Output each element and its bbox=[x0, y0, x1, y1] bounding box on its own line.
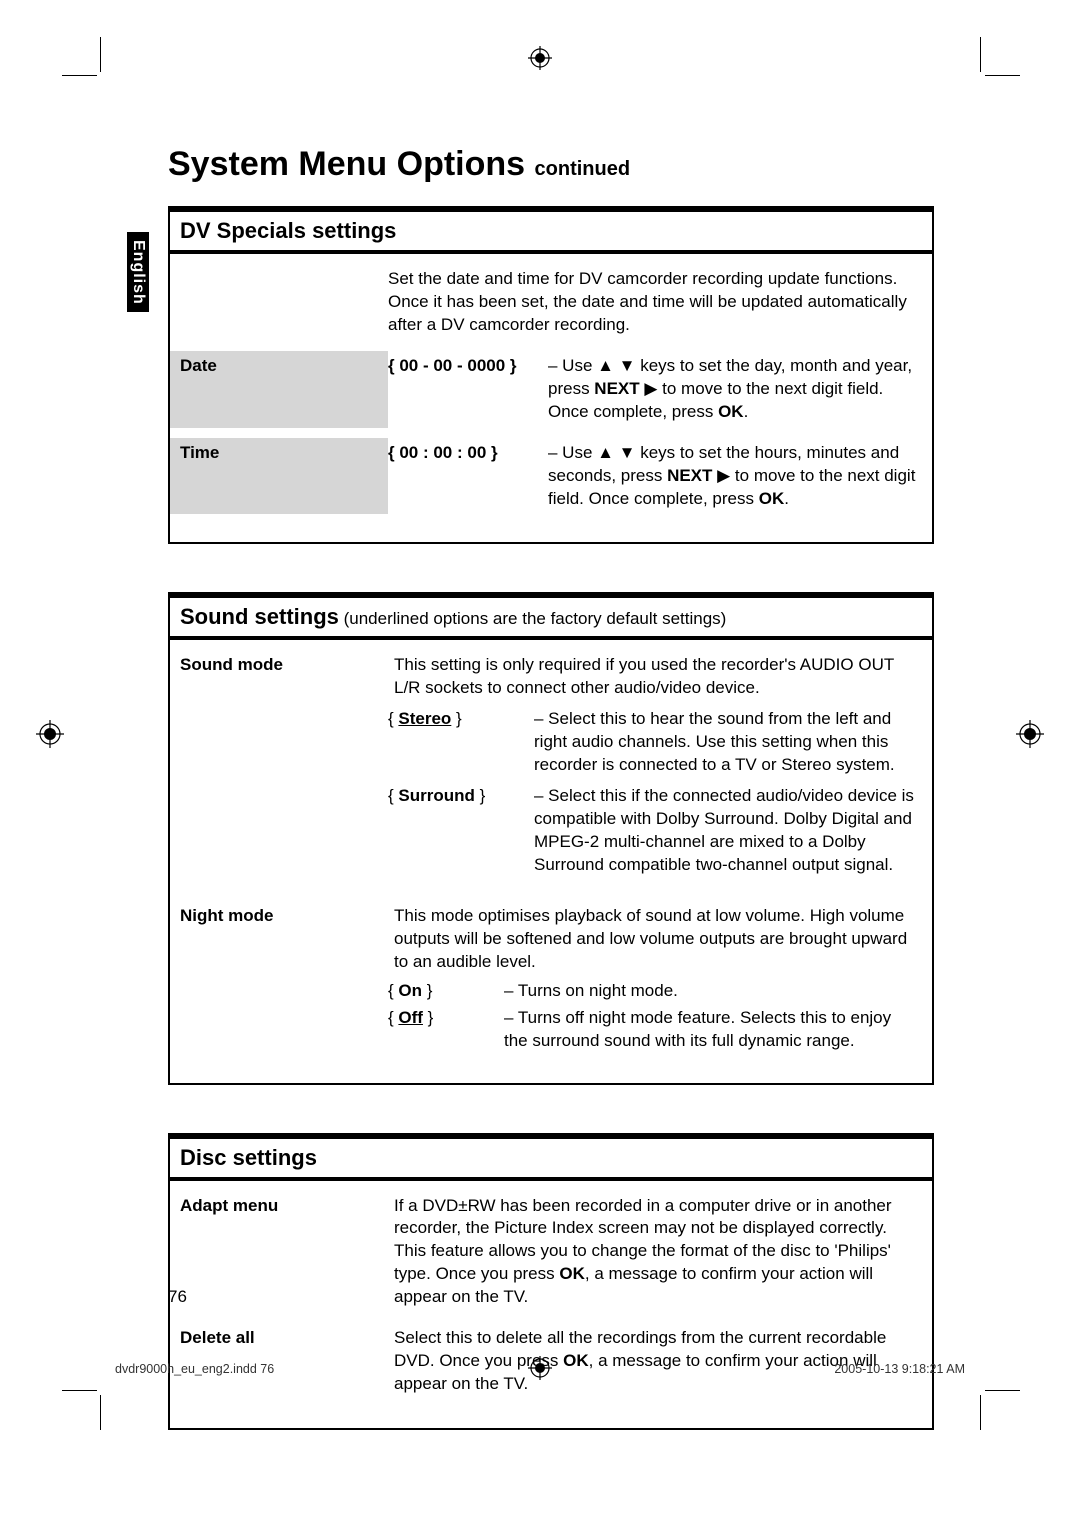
sound-mode-label: Sound mode bbox=[170, 650, 388, 704]
dv-intro: Set the date and time for DV camcorder r… bbox=[388, 264, 918, 351]
night-mode-intro: This mode optimises playback of sound at… bbox=[388, 901, 918, 978]
registration-mark-icon bbox=[36, 720, 64, 748]
night-mode-label: Night mode bbox=[170, 901, 388, 978]
crop-mark bbox=[100, 1395, 101, 1430]
sound-settings-header: Sound settings (underlined options are t… bbox=[170, 594, 932, 640]
crop-mark bbox=[62, 75, 97, 76]
date-value: { 00 - 00 - 0000 } bbox=[388, 356, 517, 375]
page-title-sub: continued bbox=[535, 158, 631, 180]
date-desc: – Use ▲ ▼ keys to set the day, month and… bbox=[548, 355, 918, 424]
sound-settings-box: Sound settings (underlined options are t… bbox=[168, 592, 934, 1084]
adapt-menu-label: Adapt menu bbox=[170, 1191, 388, 1314]
crop-mark bbox=[985, 75, 1020, 76]
date-label: Date bbox=[170, 351, 388, 428]
time-label: Time bbox=[170, 438, 388, 515]
stereo-option: { Stereo } bbox=[388, 704, 528, 781]
crop-mark bbox=[62, 1390, 97, 1391]
dv-specials-header: DV Specials settings bbox=[170, 208, 932, 254]
language-tab-label: English bbox=[129, 240, 147, 305]
sound-mode-intro: This setting is only required if you use… bbox=[388, 650, 918, 704]
registration-mark-icon bbox=[528, 46, 552, 70]
page-number: 76 bbox=[168, 1287, 187, 1307]
crop-mark bbox=[100, 37, 101, 72]
time-value: { 00 : 00 : 00 } bbox=[388, 443, 498, 462]
time-desc: – Use ▲ ▼ keys to set the hours, minutes… bbox=[548, 442, 918, 511]
disc-settings-box: Disc settings Adapt menu If a DVD±RW has… bbox=[168, 1133, 934, 1431]
off-desc: – Turns off night mode feature. Selects … bbox=[498, 1005, 918, 1055]
dv-specials-box: DV Specials settings Set the date and ti… bbox=[168, 206, 934, 544]
page-title-main: System Menu Options bbox=[168, 145, 525, 183]
language-tab: English bbox=[127, 232, 149, 312]
crop-mark bbox=[980, 1395, 981, 1430]
off-option: { Off } bbox=[388, 1005, 498, 1055]
surround-desc: – Select this if the connected audio/vid… bbox=[528, 781, 918, 881]
adapt-menu-desc: If a DVD±RW has been recorded in a compu… bbox=[388, 1191, 918, 1314]
crop-mark bbox=[985, 1390, 1020, 1391]
page-title: System Menu Options continued bbox=[168, 145, 934, 184]
surround-option: { Surround } bbox=[388, 781, 528, 881]
footer-timestamp: 2005-10-13 9:18:21 AM bbox=[834, 1362, 965, 1376]
on-option: { On } bbox=[388, 978, 498, 1005]
disc-settings-header: Disc settings bbox=[170, 1135, 932, 1181]
registration-mark-icon bbox=[1016, 720, 1044, 748]
on-desc: – Turns on night mode. bbox=[498, 978, 918, 1005]
stereo-desc: – Select this to hear the sound from the… bbox=[528, 704, 918, 781]
crop-mark bbox=[980, 37, 981, 72]
footer-filename: dvdr9000h_eu_eng2.indd 76 bbox=[115, 1362, 274, 1376]
